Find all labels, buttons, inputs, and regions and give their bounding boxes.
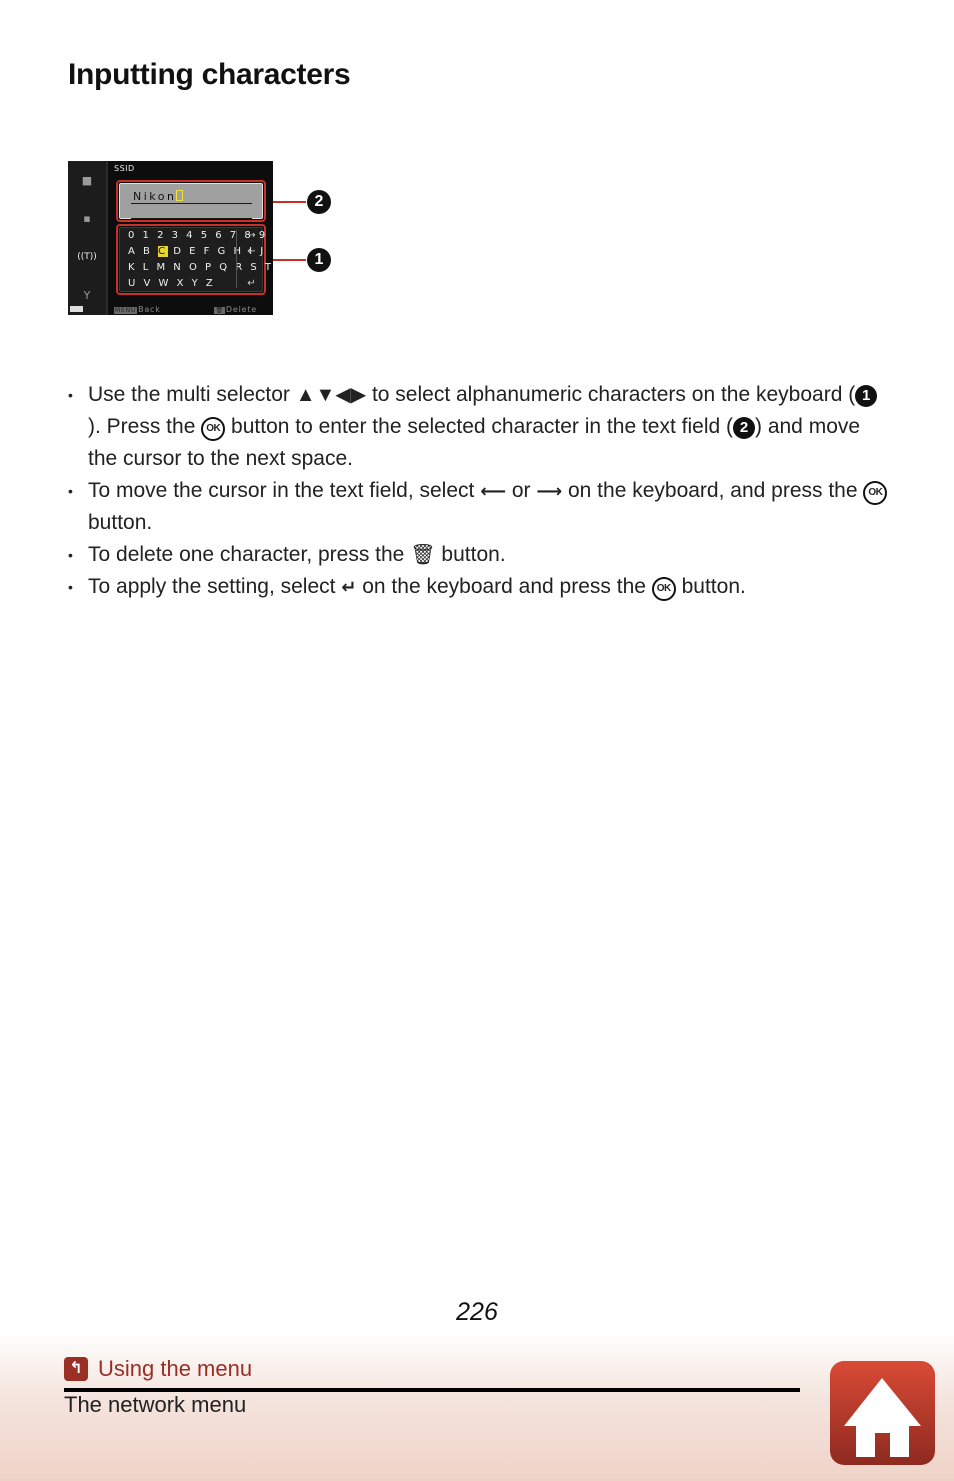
text: button. bbox=[88, 511, 153, 534]
list-item: • To move the cursor in the text field, … bbox=[68, 475, 888, 539]
keyboard-row: U V W X Y Z bbox=[128, 278, 216, 289]
callout-ref-1: 1 bbox=[855, 385, 878, 407]
trash-key-icon: 🗑 bbox=[214, 307, 225, 314]
text-field: Nikon bbox=[119, 183, 263, 219]
battery-icon bbox=[70, 306, 83, 312]
delete-label: Delete bbox=[225, 305, 257, 314]
list-item: • Use the multi selector ▲▼◀▶ to select … bbox=[68, 379, 888, 475]
keyboard: 0 1 2 3 4 5 6 7 8 9 A B C D E F G H I J … bbox=[119, 227, 271, 292]
bullet-dot: • bbox=[68, 547, 73, 563]
text: or bbox=[506, 479, 537, 502]
text: button. bbox=[435, 543, 506, 566]
home-button[interactable] bbox=[830, 1361, 935, 1465]
text-field-frame: Nikon bbox=[116, 180, 266, 222]
ok-button-icon: OK bbox=[651, 577, 676, 601]
trash-icon: 🗑 bbox=[410, 544, 436, 566]
field-underline-1 bbox=[131, 203, 252, 204]
ok-button-icon: OK bbox=[863, 481, 888, 505]
keyboard-separator bbox=[236, 230, 237, 288]
callout-line-2 bbox=[273, 201, 306, 203]
multi-selector-arrows-icon: ▲▼◀▶ bbox=[295, 384, 367, 406]
section-link-label[interactable]: Using the menu bbox=[98, 1356, 252, 1382]
back-arrow-icon: ↰ bbox=[64, 1357, 88, 1381]
back-label: Back bbox=[138, 305, 161, 314]
text: on the keyboard, and press the bbox=[562, 479, 864, 502]
text-cursor bbox=[176, 190, 184, 201]
list-item: • To apply the setting, select ↵ on the … bbox=[68, 571, 888, 603]
text: To move the cursor in the text field, se… bbox=[88, 479, 481, 502]
list-item: • To delete one character, press the 🗑 b… bbox=[68, 539, 888, 571]
text: to select alphanumeric characters on the… bbox=[366, 383, 856, 406]
left-arrow-key: ← bbox=[247, 246, 256, 257]
menu-key-icon: MENU bbox=[114, 307, 138, 314]
text: To apply the setting, select bbox=[88, 575, 342, 598]
right-arrow-icon: ⟶ bbox=[536, 481, 563, 501]
ok-button-icon: OK bbox=[201, 417, 226, 441]
home-icon bbox=[844, 1378, 921, 1457]
section-link[interactable]: ↰ Using the menu bbox=[64, 1356, 252, 1382]
page-number: 226 bbox=[456, 1298, 498, 1326]
divider bbox=[106, 161, 108, 315]
keyboard-keys: A B bbox=[128, 246, 159, 257]
enter-icon: ↵ bbox=[341, 577, 357, 597]
callout-2: 2 bbox=[307, 190, 331, 214]
keyboard-row: K L M N O P Q R S T bbox=[128, 262, 273, 273]
callout-1: 1 bbox=[307, 248, 331, 272]
text-field-value: Nikon bbox=[133, 190, 184, 203]
screen-footer: MENU Back 🗑 Delete bbox=[114, 305, 269, 314]
wrench-icon: Y bbox=[83, 289, 91, 302]
movie-camera-icon: ▪ bbox=[83, 212, 91, 225]
callout-line-1 bbox=[273, 259, 306, 261]
keyboard-frame: 0 1 2 3 4 5 6 7 8 9 A B C D E F G H I J … bbox=[116, 224, 271, 295]
instruction-list: • Use the multi selector ▲▼◀▶ to select … bbox=[68, 379, 888, 603]
left-arrow-icon: ⟵ bbox=[480, 481, 506, 501]
text: button to enter the selected character i… bbox=[225, 415, 733, 438]
text: button. bbox=[675, 575, 746, 598]
subsection-label: The network menu bbox=[64, 1392, 247, 1417]
text: ). Press the bbox=[88, 415, 202, 438]
text-field-chars: Nikon bbox=[133, 190, 177, 203]
enter-key: ↵ bbox=[247, 278, 256, 289]
bullet-dot: • bbox=[68, 579, 73, 595]
wireless-icon: ((T)) bbox=[77, 252, 97, 262]
camera-sidebar: ■ ▪ ((T)) Y bbox=[68, 161, 106, 315]
field-underline-2 bbox=[131, 218, 252, 219]
text: To delete one character, press the bbox=[88, 543, 411, 566]
keyboard-selected-key: C bbox=[158, 246, 168, 257]
page-title: Inputting characters bbox=[68, 58, 351, 91]
bullet-dot: • bbox=[68, 483, 73, 499]
text: Use the multi selector bbox=[88, 383, 296, 406]
right-arrow-key: → bbox=[247, 230, 256, 241]
screen-title: SSID bbox=[114, 164, 135, 173]
delete-hint: 🗑 Delete bbox=[214, 305, 257, 314]
camera-icon: ■ bbox=[81, 174, 93, 187]
callout-ref-2: 2 bbox=[733, 417, 755, 439]
text: on the keyboard and press the bbox=[356, 575, 652, 598]
camera-screen-figure: ■ ▪ ((T)) Y SSID Nikon 0 1 2 3 4 5 6 7 8… bbox=[68, 161, 273, 315]
bullet-dot: • bbox=[68, 387, 73, 403]
